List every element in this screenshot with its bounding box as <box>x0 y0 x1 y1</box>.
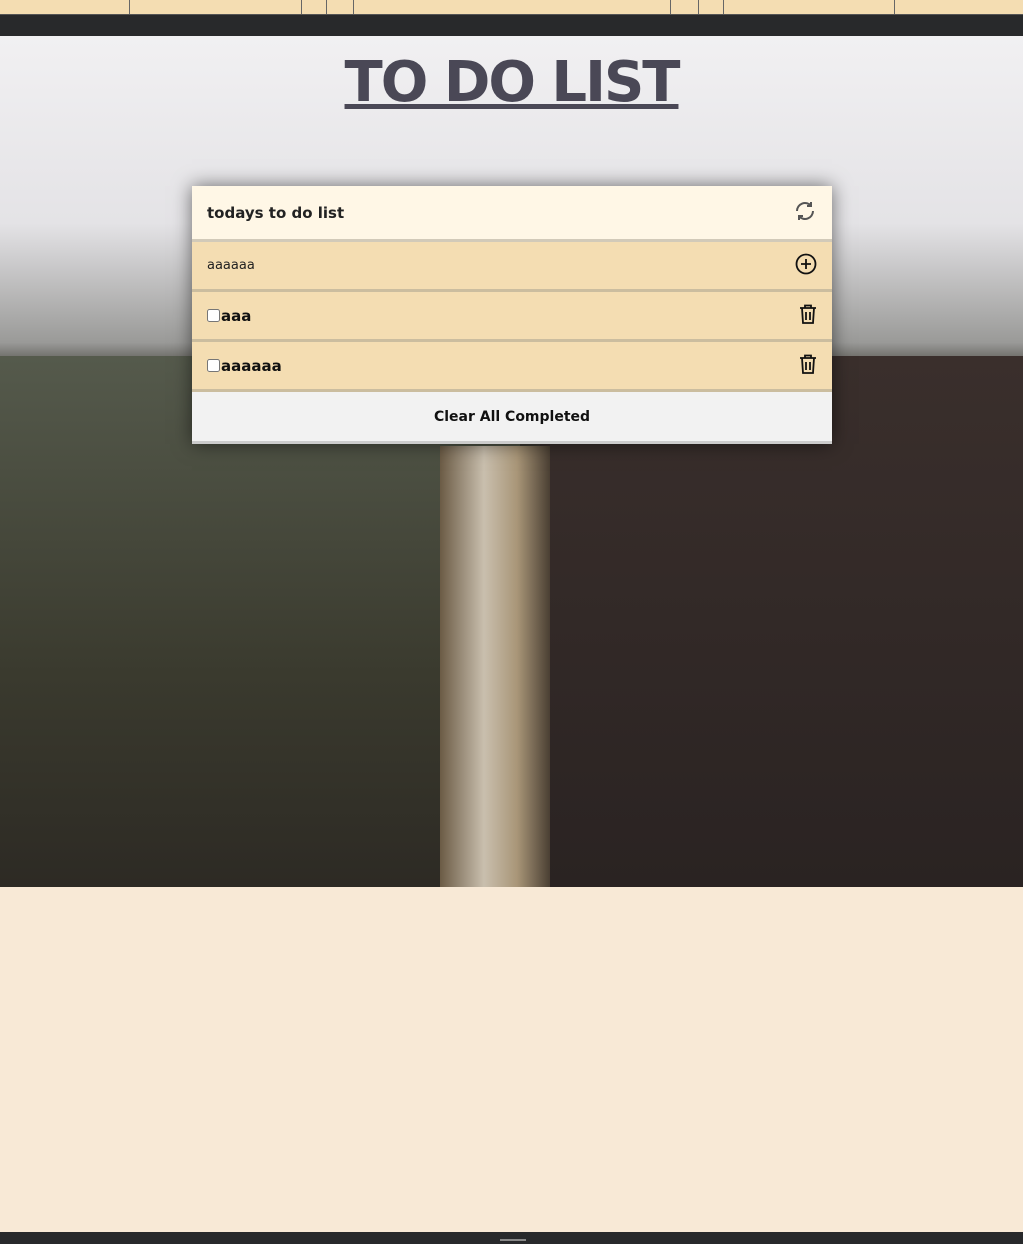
resize-handle[interactable] <box>500 1239 526 1241</box>
new-task-row <box>192 242 832 292</box>
refresh-icon[interactable] <box>793 199 817 227</box>
trash-icon[interactable] <box>799 304 817 328</box>
todo-item: aaaaaa <box>192 342 832 392</box>
clear-completed-button[interactable]: Clear All Completed <box>192 392 832 444</box>
new-task-input[interactable] <box>207 258 707 273</box>
bottom-bar <box>0 1232 1023 1244</box>
todo-card: todays to do list aaa aaaaaa Clear All C… <box>192 186 832 444</box>
todo-label: aaa <box>221 306 252 325</box>
list-title: todays to do list <box>207 203 345 222</box>
page-title: TO DO LIST <box>344 50 681 115</box>
todo-item: aaa <box>192 292 832 342</box>
trash-icon[interactable] <box>799 354 817 378</box>
todo-checkbox[interactable] <box>207 309 220 322</box>
add-circle-icon[interactable] <box>795 253 817 279</box>
todo-label: aaaaaa <box>221 356 282 375</box>
browser-toolbar <box>0 0 1023 36</box>
card-header: todays to do list <box>192 186 832 242</box>
todo-checkbox[interactable] <box>207 359 220 372</box>
background-image <box>0 36 1023 887</box>
